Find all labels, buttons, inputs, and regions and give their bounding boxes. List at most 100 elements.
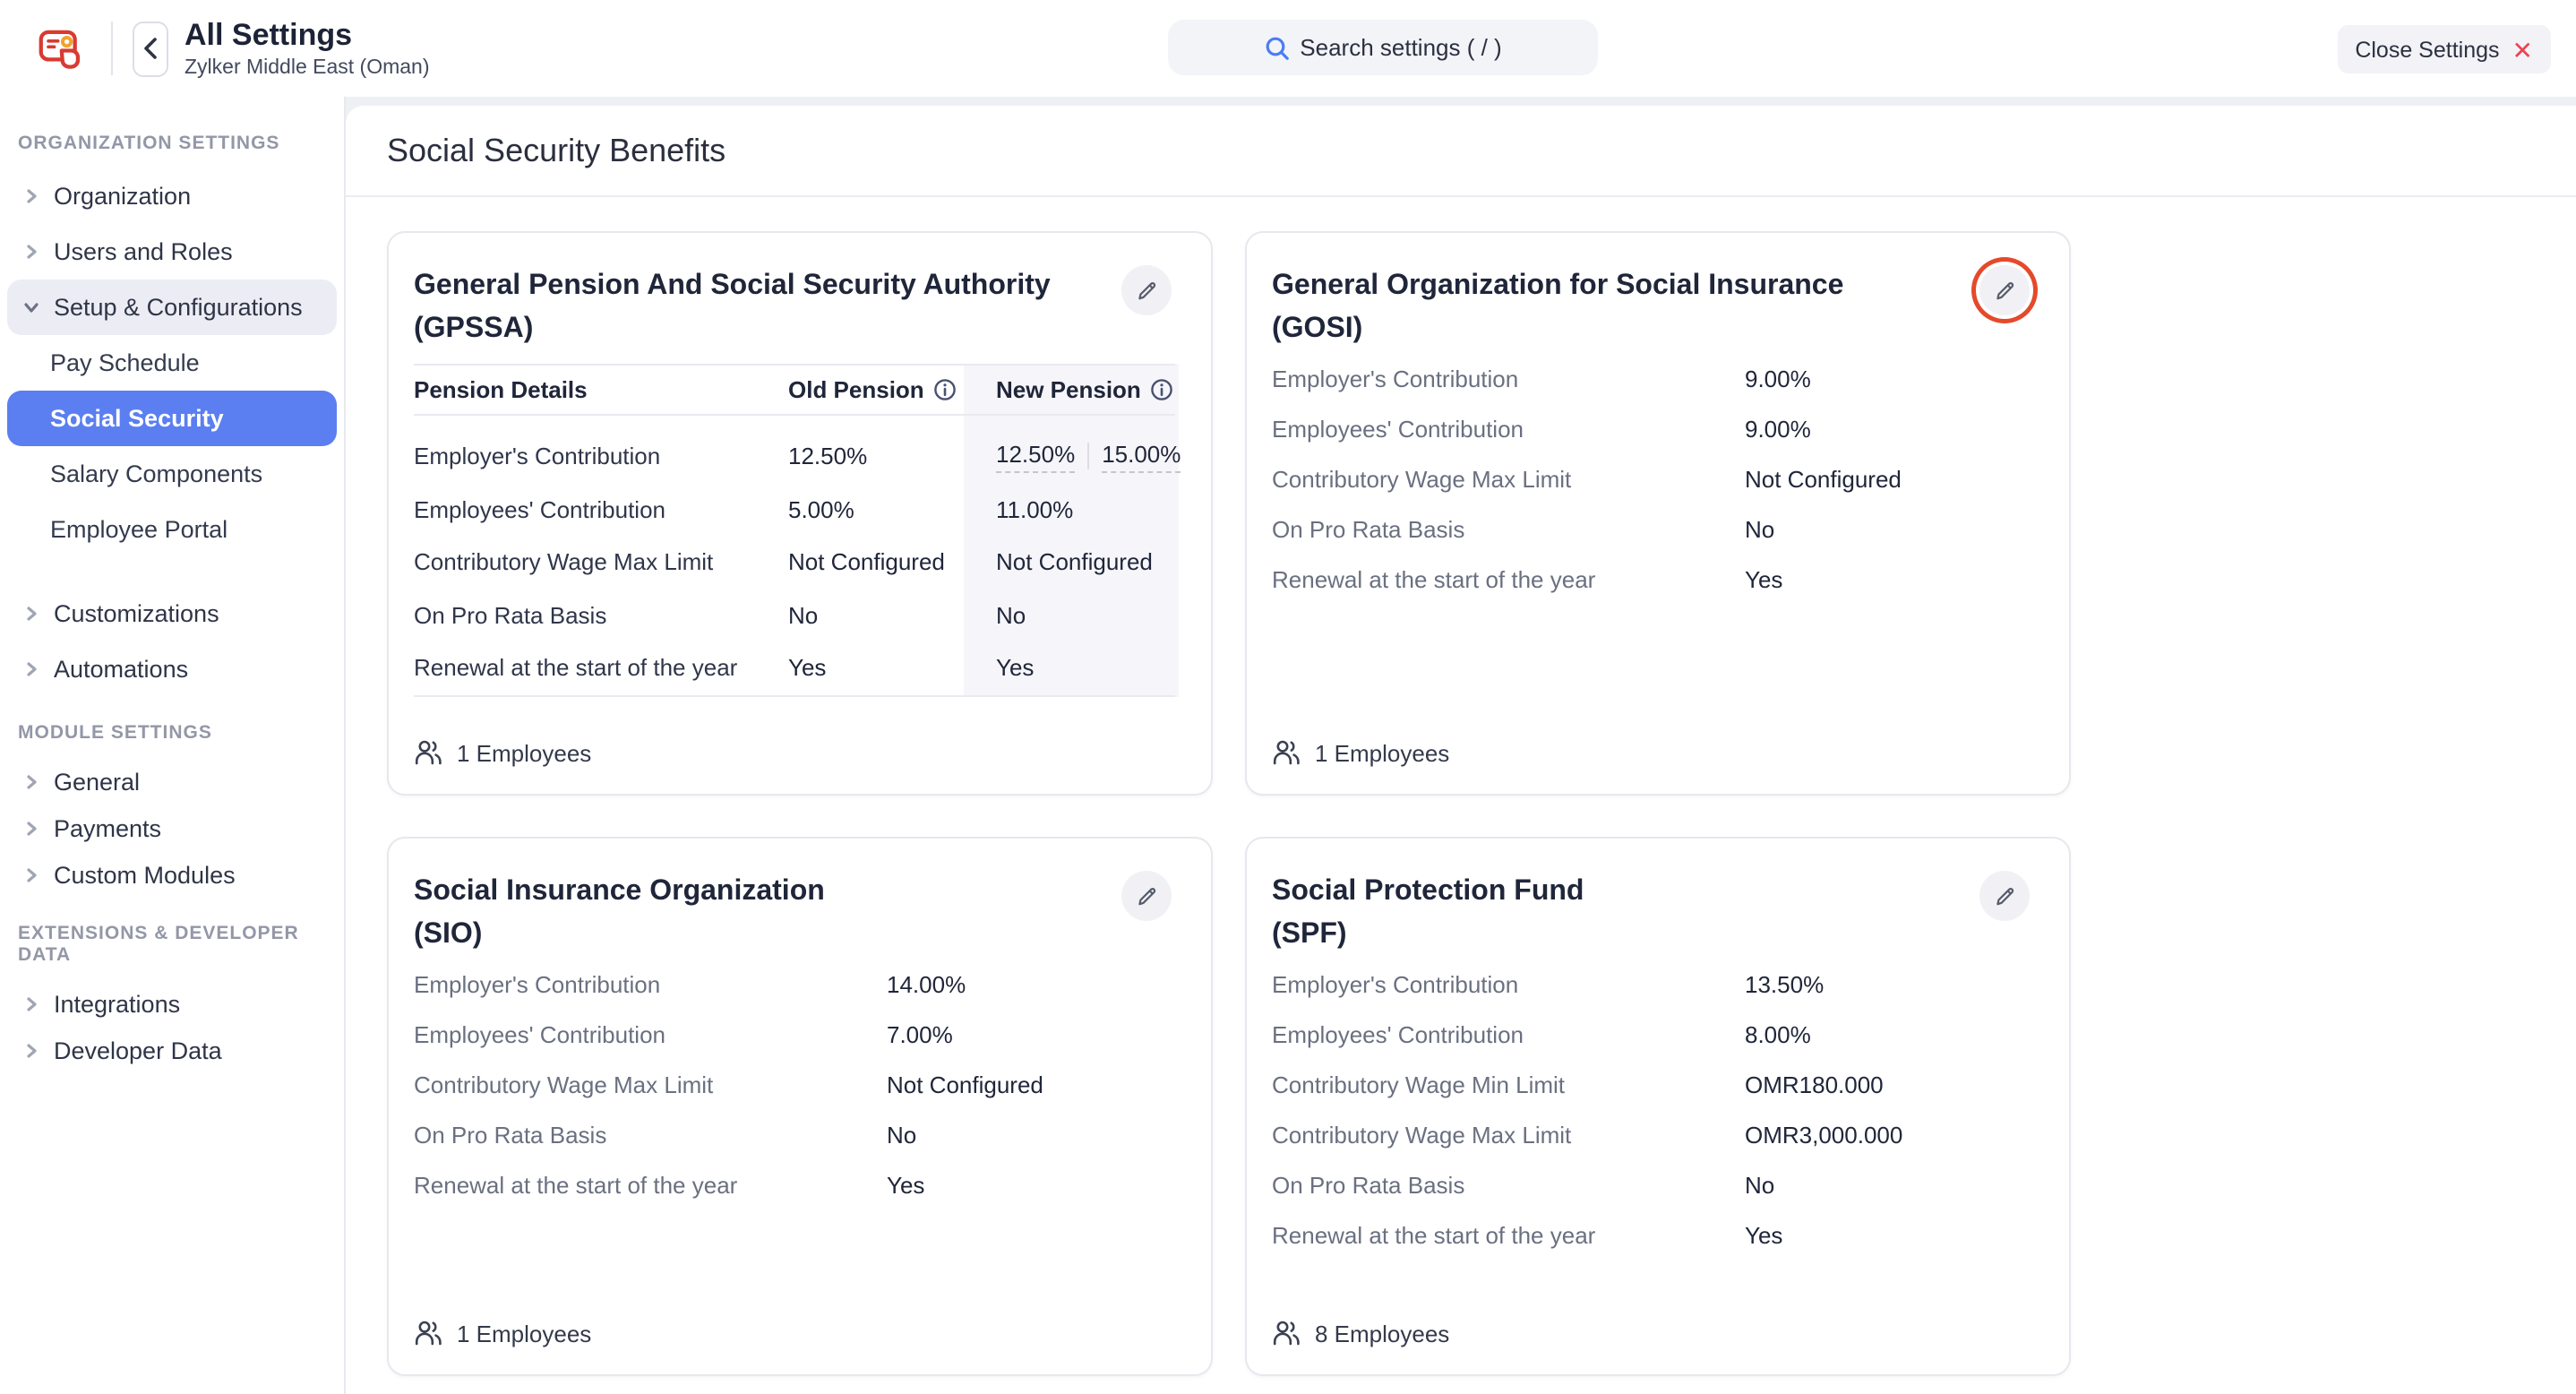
detail-label: Renewal at the start of the year (1272, 1221, 1745, 1248)
cards-grid: General Pension And Social Security Auth… (387, 231, 2576, 1376)
detail-row: Employer's Contribution14.00% (414, 959, 1175, 1009)
detail-value: 9.00% (1745, 415, 1811, 442)
card-header: Social Insurance Organization(SIO) (414, 871, 1175, 957)
app-header: All Settings Zylker Middle East (Oman) S… (0, 0, 2576, 97)
sidebar-item-integrations[interactable]: Integrations (7, 980, 337, 1027)
sidebar-item-custom-modules[interactable]: Custom Modules (7, 851, 337, 898)
employees-count: 1 Employees (1315, 739, 1449, 766)
sidebar-item-label: Setup & Configurations (54, 294, 303, 321)
header-titles: All Settings Zylker Middle East (Oman) (185, 17, 430, 80)
chevron-right-icon (23, 188, 47, 204)
detail-label: On Pro Rata Basis (1272, 1171, 1745, 1198)
sidebar-item-employee-portal[interactable]: Employee Portal (7, 502, 337, 557)
detail-value: Not Configured (1745, 465, 1902, 492)
column-header-label: New Pension (996, 376, 1141, 403)
detail-value: Yes (887, 1171, 924, 1198)
card-title: General Organization for Social Insuranc… (1272, 265, 1843, 351)
card-gosi: General Organization for Social Insuranc… (1245, 231, 2071, 796)
old-pension-value: No (788, 602, 964, 629)
content-area: Social Security Benefits General Pension… (346, 97, 2576, 1394)
detail-row: On Pro Rata BasisNo (414, 1109, 1175, 1159)
info-icon[interactable] (1150, 378, 1173, 401)
payroll-logo-icon (36, 23, 86, 73)
sidebar: ORGANIZATION SETTINGS Organization Users a… (0, 97, 346, 1394)
detail-value: OMR180.000 (1745, 1071, 1884, 1097)
detail-row: Employer's Contribution13.50% (1272, 959, 2033, 1009)
sidebar-section-label: ORGANIZATION SETTINGS (0, 133, 337, 154)
back-button[interactable] (133, 21, 168, 76)
sidebar-section-label: EXTENSIONS & DEVELOPER DATA (0, 923, 337, 966)
value-divider (1087, 443, 1089, 470)
sidebar-item-organization[interactable]: Organization (7, 168, 337, 224)
detail-value: OMR3,000.000 (1745, 1121, 1902, 1148)
sidebar-item-automations[interactable]: Automations (7, 641, 337, 697)
detail-list: Employer's Contribution13.50% Employees' … (1272, 959, 2033, 1260)
sidebar-item-label: Integrations (54, 990, 180, 1017)
detail-value: 8.00% (1745, 1020, 1811, 1047)
sidebar-item-setup-configurations[interactable]: Setup & Configurations (7, 280, 337, 335)
card-header: General Pension And Social Security Auth… (414, 265, 1175, 351)
edit-gpssa-button[interactable] (1121, 265, 1172, 315)
close-settings-button[interactable]: Close Settings ✕ (2337, 25, 2551, 73)
new-pension-value: Yes (964, 655, 1179, 682)
basic-rate-value[interactable]: 12.50% (996, 441, 1075, 473)
detail-value: Not Configured (887, 1071, 1043, 1097)
sidebar-item-label: Customizations (54, 600, 219, 627)
edit-gosi-button[interactable] (1979, 265, 2030, 315)
sidebar-item-payments[interactable]: Payments (7, 805, 337, 851)
sidebar-item-label: General (54, 768, 140, 795)
sidebar-item-social-security[interactable]: Social Security (7, 391, 337, 446)
card-title-line2: (SPF) (1272, 914, 1584, 957)
detail-value: No (1745, 515, 1774, 542)
users-icon (414, 738, 442, 767)
card-footer: 1 Employees (414, 1315, 1175, 1351)
card-title-line2: (SIO) (414, 914, 825, 957)
pencil-icon (1992, 883, 2017, 908)
old-pension-value: 5.00% (788, 496, 964, 523)
gross-rate-value[interactable]: 15.00% (1102, 441, 1181, 473)
sidebar-item-label: Custom Modules (54, 861, 236, 888)
detail-row: Renewal at the start of the yearYes (1272, 554, 2033, 604)
pencil-icon (1134, 278, 1159, 303)
table-row: Employer's Contribution12.50%12.50%15.00… (414, 430, 1175, 483)
old-pension-value: Yes (788, 655, 964, 682)
column-header-label: Old Pension (788, 376, 924, 403)
sidebar-item-general[interactable]: General (7, 758, 337, 805)
edit-sio-button[interactable] (1121, 871, 1172, 921)
pencil-icon (1992, 278, 2017, 303)
card-spf: Social Protection Fund(SPF)Employer's Co… (1245, 837, 2071, 1376)
row-label: Employees' Contribution (414, 496, 788, 523)
card-title: Social Insurance Organization(SIO) (414, 871, 825, 957)
header-title: All Settings (185, 17, 430, 53)
header-subtitle: Zylker Middle East (Oman) (185, 55, 430, 80)
edit-spf-button[interactable] (1979, 871, 2030, 921)
chevron-right-icon (23, 661, 47, 677)
search-settings-input[interactable]: Search settings ( / ) (1168, 20, 1598, 75)
card-title-line1: Social Protection Fund (1272, 871, 1584, 914)
sidebar-item-customizations[interactable]: Customizations (7, 586, 337, 641)
employees-count: 1 Employees (457, 739, 591, 766)
sidebar-item-label: Users and Roles (54, 238, 233, 265)
header-divider (111, 22, 113, 75)
column-header-new-pension: New Pension (964, 376, 1179, 403)
sidebar-item-developer-data[interactable]: Developer Data (7, 1027, 337, 1073)
chevron-left-icon (143, 38, 158, 59)
table-row: On Pro Rata BasisNoNo (414, 589, 1175, 641)
card-sio: Social Insurance Organization(SIO)Employ… (387, 837, 1213, 1376)
info-icon[interactable] (933, 378, 957, 401)
detail-value: 13.50% (1745, 970, 1824, 997)
column-header-old-pension: Old Pension (788, 376, 964, 403)
detail-label: Contributory Wage Max Limit (414, 1071, 887, 1097)
chevron-right-icon (23, 866, 47, 882)
detail-label: On Pro Rata Basis (414, 1121, 887, 1148)
detail-row: Contributory Wage Max LimitNot Configure… (414, 1059, 1175, 1109)
sidebar-subitem-label: Salary Components (50, 460, 262, 487)
sidebar-item-label: Developer Data (54, 1037, 222, 1063)
detail-label: Employees' Contribution (1272, 1020, 1745, 1047)
card-title-line1: General Pension And Social Security Auth… (414, 265, 1051, 308)
sidebar-item-pay-schedule[interactable]: Pay Schedule (7, 335, 337, 391)
detail-row: Employees' Contribution7.00% (414, 1009, 1175, 1059)
sidebar-item-users-and-roles[interactable]: Users and Roles (7, 224, 337, 280)
sidebar-item-salary-components[interactable]: Salary Components (7, 446, 337, 502)
table-row: Employees' Contribution5.00%11.00% (414, 483, 1175, 536)
